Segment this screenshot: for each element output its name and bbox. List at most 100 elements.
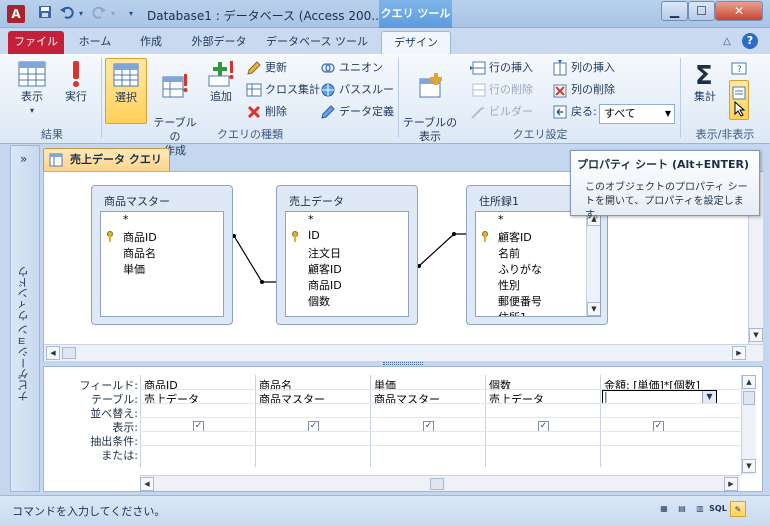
- tab-create[interactable]: 作成: [128, 31, 174, 54]
- sql-view-button[interactable]: SQL: [708, 501, 728, 517]
- minimize-button[interactable]: ▁: [661, 1, 688, 21]
- field-item[interactable]: ふりがな: [498, 261, 542, 277]
- scroll-right-icon[interactable]: ▶: [724, 477, 738, 491]
- union-button[interactable]: ユニオン: [320, 58, 383, 78]
- scroll-thumb[interactable]: [62, 347, 76, 359]
- field-list[interactable]: * ID 注文日 顧客ID 商品ID 個数: [285, 211, 409, 317]
- query-design-grid[interactable]: フィールド: テーブル: 並べ替え: 表示: 抽出条件: または: 商品ID 売…: [43, 366, 763, 492]
- table-cell[interactable]: 商品マスター: [259, 391, 325, 407]
- field-item[interactable]: 商品ID: [308, 277, 342, 293]
- query-document-tab[interactable]: 売上データ クエリ: [43, 148, 170, 171]
- tab-home[interactable]: ホーム: [70, 31, 120, 54]
- insert-columns-icon: [553, 60, 567, 76]
- field-item[interactable]: *: [308, 213, 314, 226]
- show-table-button[interactable]: テーブルの 表示: [402, 58, 458, 143]
- field-item[interactable]: *: [123, 213, 129, 226]
- grid-vertical-scrollbar[interactable]: ▲ ▼: [741, 375, 756, 475]
- table-field-list[interactable]: 売上データ * ID 注文日 顧客ID 商品ID 個数: [276, 185, 418, 325]
- design-horizontal-scrollbar[interactable]: ◀ ▶: [44, 344, 763, 361]
- table-field-list[interactable]: 商品マスター * 商品ID 商品名 単価: [91, 185, 233, 325]
- field-item[interactable]: 個数: [308, 293, 330, 309]
- delete-columns-icon: [553, 84, 567, 98]
- splitter-grip[interactable]: [383, 362, 423, 365]
- insert-rows-button[interactable]: 行の挿入: [470, 58, 533, 78]
- scroll-down-icon[interactable]: ▼: [742, 459, 756, 473]
- field-list[interactable]: * 顧客ID 名前 ふりがな 性別 郵便番号 住所1 ▲ ▼: [475, 211, 601, 317]
- save-icon[interactable]: [36, 5, 54, 23]
- crosstab-label: クロス集計: [265, 83, 320, 96]
- tab-design[interactable]: デザイン: [381, 31, 451, 54]
- datasheet-view-icon: [18, 61, 46, 87]
- scroll-right-icon[interactable]: ▶: [732, 346, 746, 360]
- append-button[interactable]: 追加: [203, 58, 239, 124]
- table-cell[interactable]: 売上データ: [489, 391, 544, 407]
- navigation-pane[interactable]: » ナビゲーション ウィンドウ: [10, 145, 40, 492]
- delete-rows-button[interactable]: 行の削除: [470, 80, 533, 100]
- field-item[interactable]: 単価: [123, 261, 145, 277]
- help-icon[interactable]: ?: [742, 33, 758, 49]
- field-item[interactable]: *: [498, 213, 504, 226]
- scroll-down-icon[interactable]: ▼: [587, 302, 600, 316]
- property-sheet-button[interactable]: [729, 80, 749, 120]
- maximize-button[interactable]: ☐: [688, 1, 715, 21]
- field-item[interactable]: 顧客ID: [308, 261, 342, 277]
- field-item[interactable]: 商品ID: [123, 229, 157, 245]
- query-tab-label: 売上データ クエリ: [70, 153, 162, 166]
- grid-horizontal-scrollbar[interactable]: ◀ ▶: [140, 475, 740, 491]
- return-value: すべて: [604, 107, 636, 120]
- sigma-icon: Σ: [695, 61, 713, 90]
- delete-columns-button[interactable]: 列の削除: [552, 80, 615, 100]
- ribbon-tabs: ファイル ホーム 作成 外部データ データベース ツール デザイン △ ?: [0, 28, 770, 54]
- grid-line: [140, 445, 740, 446]
- make-table-button[interactable]: テーブルの 作成: [149, 58, 201, 157]
- delete-query-button[interactable]: 削除: [246, 102, 287, 122]
- field-item[interactable]: ID: [308, 229, 320, 242]
- field-item[interactable]: 商品名: [123, 245, 156, 261]
- field-item[interactable]: 注文日: [308, 245, 341, 261]
- minimize-ribbon-icon[interactable]: △: [718, 33, 736, 51]
- run-button[interactable]: 実行: [56, 58, 96, 124]
- scroll-down-icon[interactable]: ▼: [749, 328, 763, 342]
- scroll-left-icon[interactable]: ◀: [46, 346, 60, 360]
- insert-columns-button[interactable]: 列の挿入: [552, 58, 615, 78]
- builder-button[interactable]: ビルダー: [470, 102, 533, 122]
- redo-dropdown-icon[interactable]: ▾: [104, 5, 122, 23]
- datasheet-view-icon[interactable]: ▦: [656, 501, 672, 517]
- pivot-table-view-icon[interactable]: ▤: [674, 501, 690, 517]
- design-view-icon[interactable]: ✎: [730, 501, 746, 517]
- field-item[interactable]: 住所1: [498, 309, 527, 316]
- svg-text:Σ: Σ: [695, 61, 713, 90]
- customize-qat-icon[interactable]: ▾: [122, 5, 140, 23]
- parameters-button[interactable]: ?: [731, 58, 749, 78]
- table-cell[interactable]: 売上データ: [144, 391, 199, 407]
- nav-pane-toggle[interactable]: »: [20, 152, 27, 166]
- field-list[interactable]: * 商品ID 商品名 単価: [100, 211, 224, 317]
- field-item[interactable]: 名前: [498, 245, 520, 261]
- undo-dropdown-icon[interactable]: ▾: [72, 5, 90, 23]
- scroll-thumb[interactable]: [743, 391, 755, 405]
- scroll-up-icon[interactable]: ▲: [742, 375, 756, 389]
- return-dropdown[interactable]: すべて ▼: [599, 104, 675, 124]
- field-item[interactable]: 顧客ID: [498, 229, 532, 245]
- passthrough-button[interactable]: パススルー: [320, 80, 394, 100]
- close-button[interactable]: ✕: [715, 1, 763, 21]
- data-definition-button[interactable]: データ定義: [320, 102, 394, 122]
- crosstab-button[interactable]: クロス集計: [246, 80, 320, 100]
- table-dropdown[interactable]: | ▼: [602, 390, 717, 404]
- pivot-chart-view-icon[interactable]: ▥: [692, 501, 708, 517]
- tab-database-tools[interactable]: データベース ツール: [262, 31, 372, 54]
- select-query-button[interactable]: 選択: [105, 58, 147, 124]
- field-item[interactable]: 郵便番号: [498, 293, 542, 309]
- chevron-down-icon[interactable]: ▼: [702, 391, 716, 403]
- access-app-icon[interactable]: A: [7, 5, 25, 23]
- table-cell[interactable]: 商品マスター: [374, 391, 440, 407]
- field-item[interactable]: 性別: [498, 277, 520, 293]
- scroll-left-icon[interactable]: ◀: [140, 477, 154, 491]
- update-button[interactable]: 更新: [246, 58, 287, 78]
- view-button[interactable]: 表示 ▾: [10, 58, 54, 124]
- scroll-thumb[interactable]: [430, 478, 444, 490]
- totals-button[interactable]: Σ 集計: [684, 58, 726, 124]
- tab-file[interactable]: ファイル: [8, 31, 64, 54]
- tab-external-data[interactable]: 外部データ: [182, 31, 256, 54]
- field-list-scrollbar[interactable]: ▲ ▼: [586, 212, 600, 316]
